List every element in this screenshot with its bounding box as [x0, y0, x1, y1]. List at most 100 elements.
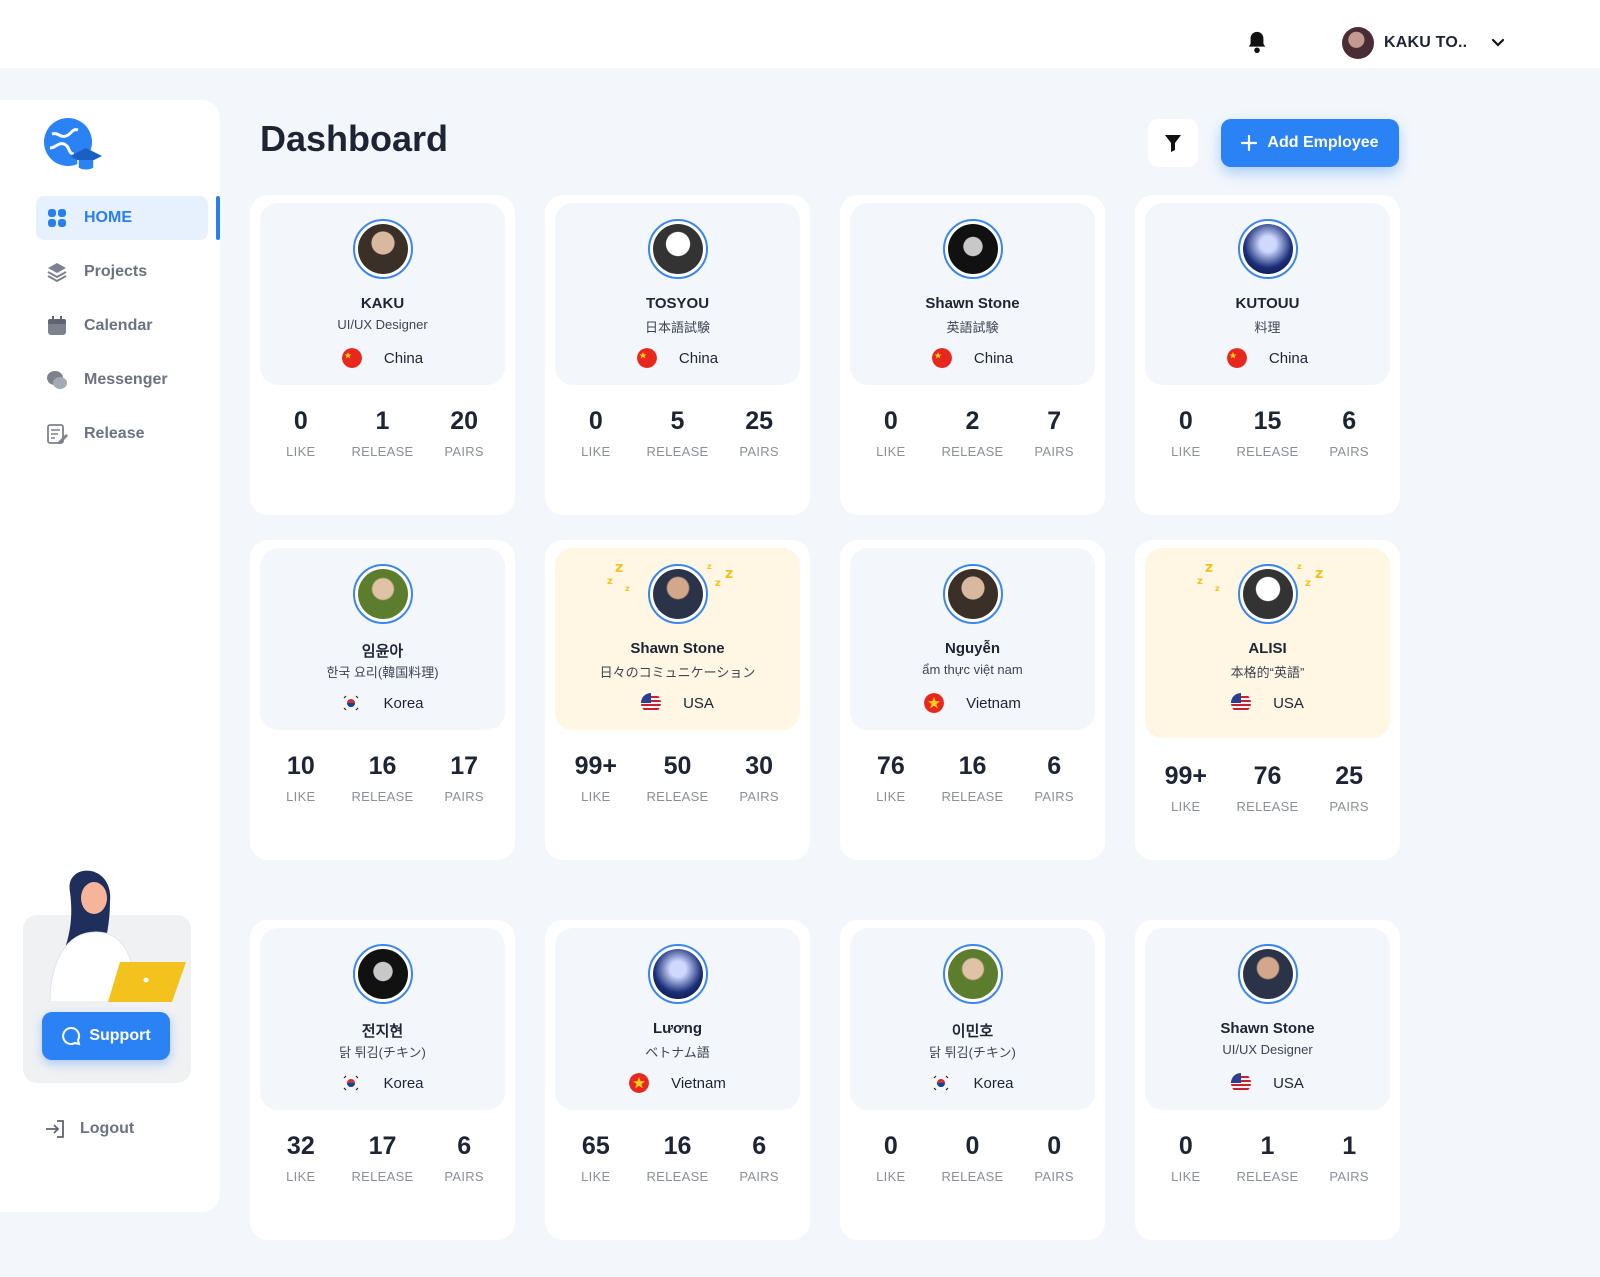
- like-stat: 10 LIKE: [261, 752, 341, 804]
- employee-card[interactable]: Shawn Stone UI/UX Designer USA 0 LIKE 1 RELEAS…: [1135, 920, 1400, 1240]
- stat-label: RELEASE: [941, 1169, 1004, 1184]
- employee-card-header: Lương ベトナム語 Vietnam: [555, 928, 800, 1110]
- employee-card[interactable]: z z z z z z Shawn Stone 日々のコミュニケーション USA 99+ LIKE 5…: [545, 540, 810, 860]
- sleeping-z-icon: z: [725, 566, 734, 582]
- avatar: [1238, 944, 1298, 1004]
- sleeping-z-icon: z: [1305, 578, 1311, 589]
- sidebar-item-projects[interactable]: Projects: [36, 250, 208, 294]
- stat-label: LIKE: [1171, 444, 1201, 459]
- stat-label: PAIRS: [1329, 799, 1369, 814]
- stat-label: PAIRS: [1329, 1169, 1369, 1184]
- logout-button[interactable]: Logout: [44, 1118, 134, 1140]
- bell-icon[interactable]: [1246, 30, 1268, 54]
- employee-card[interactable]: 임윤아 한국 요리(韓国料理) Korea 10 LIKE 16 RELEASE 17 PAIR…: [250, 540, 515, 860]
- stat-label: RELEASE: [351, 1169, 414, 1184]
- vietnam-flag-icon: [924, 693, 945, 713]
- sidebar-nav: HOME Projects Calendar Messenger Release: [36, 196, 220, 466]
- employee-stats: 76 LIKE 16 RELEASE 6 PAIRS: [850, 752, 1095, 804]
- employee-stats: 99+ LIKE 76 RELEASE 25 PAIRS: [1145, 762, 1390, 814]
- avatar: [1238, 564, 1298, 624]
- employee-card-header: 이민호 닭 튀김(チキン) Korea: [850, 928, 1095, 1110]
- stat-value: 10: [286, 752, 315, 780]
- employee-role: ベトナム語: [645, 1045, 710, 1060]
- stat-value: 15: [1253, 407, 1282, 435]
- employee-name: ALISI: [1248, 640, 1287, 657]
- employee-card[interactable]: z z z z z z ALISI 本格的“英語” USA 99+ LIKE 76 RELEASE 25 P…: [1135, 540, 1400, 860]
- pairs-stat: 25 PAIRS: [719, 407, 799, 459]
- employee-card[interactable]: Nguyễn ẩm thực việt nam Vietnam 76 LIKE 16 REL…: [840, 540, 1105, 860]
- user-menu[interactable]: KAKU TO..: [1342, 26, 1505, 60]
- employee-name: Shawn Stone: [925, 295, 1020, 312]
- avatar: [648, 219, 708, 279]
- employee-stats: 0 LIKE 1 RELEASE 20 PAIRS: [260, 407, 505, 459]
- add-employee-button[interactable]: Add Employee: [1221, 119, 1399, 167]
- stat-label: PAIRS: [444, 444, 484, 459]
- like-stat: 0 LIKE: [851, 407, 931, 459]
- country-name: Korea: [383, 1074, 424, 1092]
- employee-card[interactable]: TOSYOU 日本語試験 China 0 LIKE 5 RELEASE 25 PAIRS: [545, 195, 810, 515]
- support-label: Support: [89, 1027, 151, 1044]
- avatar-photo: [948, 224, 998, 274]
- stat-value: 99+: [1164, 762, 1208, 790]
- avatar: [648, 564, 708, 624]
- stat-value: 17: [450, 752, 479, 780]
- sidebar-item-messenger[interactable]: Messenger: [36, 358, 208, 402]
- employee-card[interactable]: Lương ベトナム語 Vietnam 65 LIKE 16 RELEASE 6 PAIRS: [545, 920, 810, 1240]
- stat-label: RELEASE: [351, 444, 414, 459]
- pairs-stat: 20 PAIRS: [424, 407, 504, 459]
- employee-card-header: KUTOUU 料理 China: [1145, 203, 1390, 385]
- employee-card[interactable]: Shawn Stone 英語試験 China 0 LIKE 2 RELEASE 7 PAIRS: [840, 195, 1105, 515]
- pairs-stat: 6 PAIRS: [1309, 407, 1389, 459]
- stat-value: 0: [1178, 407, 1193, 435]
- chevron-down-icon[interactable]: [1491, 38, 1505, 48]
- stat-label: RELEASE: [1236, 444, 1299, 459]
- like-stat: 0 LIKE: [1146, 1132, 1226, 1184]
- sleeping-z-icon: z: [1197, 576, 1203, 587]
- sidebar-item-release[interactable]: Release: [36, 412, 208, 456]
- release-stat: 16 RELEASE: [932, 752, 1012, 804]
- employee-name: Nguyễn: [944, 640, 1000, 657]
- release-stat: 76 RELEASE: [1227, 762, 1307, 814]
- employee-stats: 0 LIKE 15 RELEASE 6 PAIRS: [1145, 407, 1390, 459]
- employee-card-header: TOSYOU 日本語試験 China: [555, 203, 800, 385]
- country-name: China: [973, 349, 1014, 367]
- sleeping-z-icon: z: [1215, 584, 1220, 593]
- stat-value: 25: [1335, 762, 1364, 790]
- stat-value: 65: [581, 1132, 610, 1160]
- employee-role: ẩm thực việt nam: [922, 662, 1023, 677]
- stat-value: 7: [1047, 407, 1062, 435]
- layers-icon: [47, 263, 67, 283]
- country-name: Korea: [973, 1074, 1014, 1092]
- sidebar-item-calendar[interactable]: Calendar: [36, 304, 208, 348]
- sleeping-z-icon: z: [1205, 560, 1214, 576]
- stat-label: PAIRS: [1034, 1169, 1074, 1184]
- employee-stats: 0 LIKE 2 RELEASE 7 PAIRS: [850, 407, 1095, 459]
- china-flag-icon: [341, 348, 362, 368]
- employee-card[interactable]: KUTOUU 料理 China 0 LIKE 15 RELEASE 6 PAIRS: [1135, 195, 1400, 515]
- employee-name: Shawn Stone: [630, 640, 725, 657]
- avatar-photo: [358, 569, 408, 619]
- stat-value: 99+: [574, 752, 618, 780]
- pairs-stat: 6 PAIRS: [1014, 752, 1094, 804]
- sidebar-item-label: HOME: [84, 209, 132, 226]
- sidebar-item-label: Messenger: [84, 371, 168, 388]
- filter-button[interactable]: [1148, 119, 1198, 167]
- sleeping-z-icon: z: [615, 560, 624, 576]
- employee-card[interactable]: KAKU UI/UX Designer China 0 LIKE 1 RELEASE 20 PA…: [250, 195, 515, 515]
- edit-note-icon: [47, 424, 68, 444]
- stat-value: 16: [663, 1132, 692, 1160]
- sidebar-item-home[interactable]: HOME: [36, 196, 220, 240]
- avatar: [353, 944, 413, 1004]
- stat-label: LIKE: [581, 789, 611, 804]
- support-button[interactable]: Support: [42, 1012, 170, 1060]
- release-stat: 16 RELEASE: [342, 752, 422, 804]
- employee-card[interactable]: 이민호 닭 튀김(チキン) Korea 0 LIKE 0 RELEASE 0 PAIRS: [840, 920, 1105, 1240]
- avatar-photo: [1243, 569, 1293, 619]
- employee-card[interactable]: 전지현 닭 튀김(チキン) Korea 32 LIKE 17 RELEASE 6 PAIRS: [250, 920, 515, 1240]
- stat-label: PAIRS: [1034, 789, 1074, 804]
- stat-value: 6: [1047, 752, 1062, 780]
- pairs-stat: 0 PAIRS: [1014, 1132, 1094, 1184]
- employee-country: Korea: [260, 693, 505, 713]
- release-stat: 2 RELEASE: [932, 407, 1012, 459]
- release-stat: 5 RELEASE: [637, 407, 717, 459]
